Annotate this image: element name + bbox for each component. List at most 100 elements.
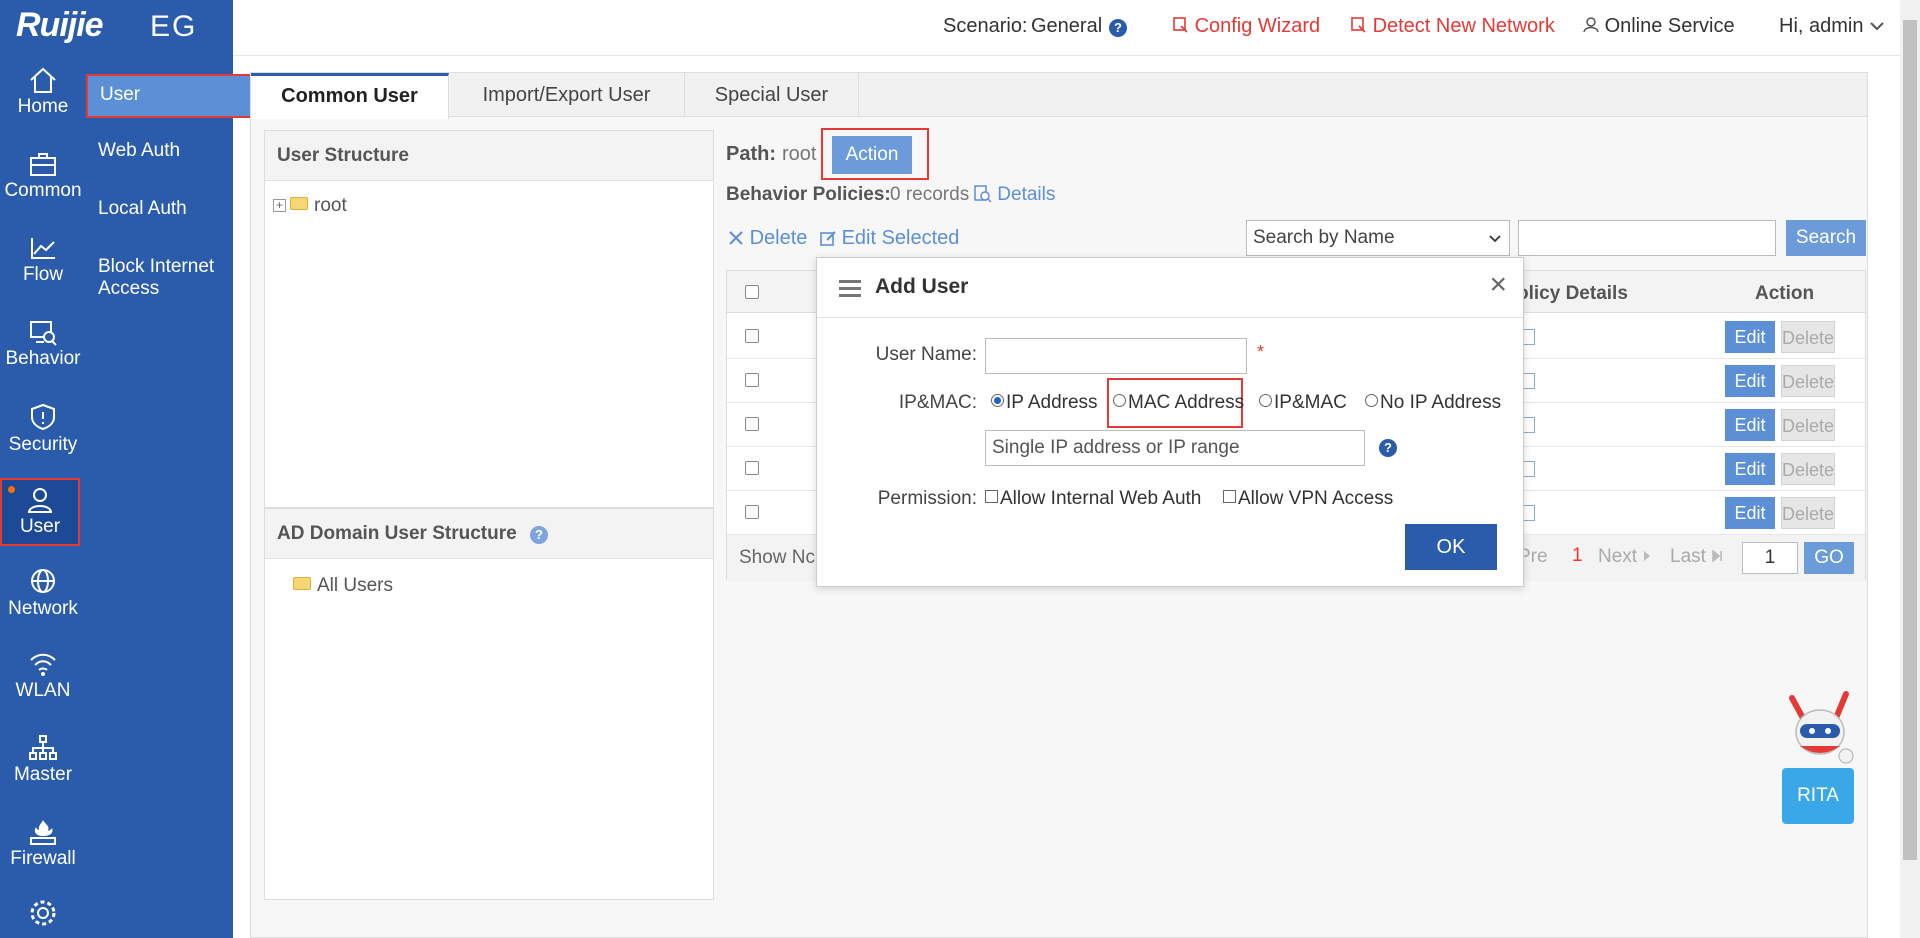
edit-button[interactable]: Edit (1725, 409, 1775, 441)
radio-ip-mac[interactable] (1259, 394, 1272, 408)
user-menu[interactable]: Hi, admin (1779, 15, 1885, 38)
edit-button[interactable]: Edit (1725, 321, 1775, 353)
home-icon (30, 67, 56, 93)
document-icon[interactable] (1523, 373, 1535, 389)
option-mac-address[interactable]: MAC Address (1113, 392, 1244, 414)
details-link[interactable]: Details (974, 184, 1055, 206)
radio-ip-address[interactable] (991, 394, 1004, 408)
rita-assistant[interactable]: RITA (1780, 690, 1860, 830)
document-icon[interactable] (1523, 417, 1535, 433)
briefcase-icon (30, 153, 56, 176)
config-wizard-link[interactable]: Config Wizard (1173, 15, 1320, 38)
option-no-ip-address[interactable]: No IP Address (1365, 392, 1501, 414)
delete-button[interactable]: Delete (1781, 453, 1835, 485)
expand-icon[interactable]: + (273, 199, 286, 213)
edit-button[interactable]: Edit (1725, 365, 1775, 397)
radio-mac-address[interactable] (1113, 394, 1126, 408)
top-bar: Scenario: General ? Config Wizard Detect… (233, 0, 1900, 56)
brand-logo: Ruijie (16, 6, 104, 44)
search-doc-icon (974, 185, 992, 203)
chevron-down-icon (1489, 235, 1501, 243)
perm-web-auth[interactable]: Allow Internal Web Auth (985, 488, 1201, 510)
go-button[interactable]: GO (1804, 542, 1854, 574)
online-service-link[interactable]: Online Service (1583, 15, 1735, 38)
tab-special-user[interactable]: Special User (685, 73, 859, 117)
tab-common-user[interactable]: Common User (251, 73, 449, 119)
nav-wlan[interactable]: WLAN (0, 644, 86, 726)
nav-home[interactable]: Home (0, 60, 86, 142)
nav-security[interactable]: Security (0, 396, 86, 478)
document-icon[interactable] (1523, 329, 1535, 345)
delete-link[interactable]: Delete (728, 227, 807, 250)
nav-flow[interactable]: Flow (0, 228, 86, 310)
path-value: root (782, 143, 817, 165)
username-input[interactable] (985, 338, 1247, 374)
radio-no-ip-address[interactable] (1365, 394, 1378, 408)
close-icon[interactable]: × (1489, 268, 1507, 302)
search-input[interactable] (1518, 220, 1776, 256)
folder-icon (290, 197, 308, 211)
option-ip-mac[interactable]: IP&MAC (1259, 392, 1347, 414)
scenario-help-icon[interactable]: ? (1109, 19, 1127, 37)
tree-root[interactable]: + root (273, 195, 347, 217)
subnav-block-internet-access[interactable]: Block Internet Access (86, 256, 226, 300)
scrollbar-thumb[interactable] (1903, 20, 1917, 860)
tab-import-export-user[interactable]: Import/Export User (449, 73, 685, 117)
nav-user[interactable]: User (0, 478, 80, 546)
edit-selected-link[interactable]: Edit Selected (820, 227, 959, 250)
document-icon[interactable] (1523, 505, 1535, 521)
add-user-dialog: Add User × User Name: * IP&MAC: IP Addre… (816, 257, 1524, 587)
page-scrollbar[interactable] (1900, 0, 1920, 938)
row-checkbox[interactable] (745, 373, 759, 387)
dialog-header: Add User × (817, 258, 1523, 318)
row-checkbox[interactable] (745, 329, 759, 343)
row-checkbox[interactable] (745, 417, 759, 431)
rita-label: RITA (1782, 768, 1854, 824)
search-button[interactable]: Search (1786, 220, 1866, 256)
edit-button[interactable]: Edit (1725, 453, 1775, 485)
nav-network[interactable]: Network (0, 560, 86, 642)
delete-button[interactable]: Delete (1781, 321, 1835, 353)
main-nav: Home Common Flow Behavior Security User … (0, 56, 86, 938)
delete-button[interactable]: Delete (1781, 409, 1835, 441)
ad-structure-title: AD Domain User Structure ? (265, 509, 713, 559)
tree-all-users[interactable]: All Users (293, 575, 393, 597)
ip-address-input[interactable]: Single IP address or IP range (985, 430, 1365, 466)
document-icon[interactable] (1523, 461, 1535, 477)
edit-button[interactable]: Edit (1725, 497, 1775, 529)
select-all-checkbox[interactable] (745, 285, 759, 299)
pager-next[interactable]: Next (1598, 546, 1652, 568)
perm-vpn[interactable]: Allow VPN Access (1223, 488, 1393, 510)
detect-new-network-link[interactable]: Detect New Network (1351, 15, 1555, 38)
row-checkbox[interactable] (745, 505, 759, 519)
web-auth-checkbox[interactable] (985, 490, 998, 504)
nav-behavior[interactable]: Behavior (0, 312, 86, 394)
wifi-icon (30, 653, 56, 676)
scenario-label: Scenario: (943, 15, 1028, 37)
search-type-select[interactable]: Search by Name (1246, 220, 1510, 256)
nav-settings[interactable] (0, 892, 86, 938)
nav-firewall[interactable]: Firewall (0, 812, 86, 894)
subnav-local-auth[interactable]: Local Auth (86, 198, 233, 220)
page-number-input[interactable]: 1 (1742, 542, 1798, 574)
robot-mascot-icon (1789, 691, 1854, 764)
subnav-user[interactable]: User (86, 74, 263, 118)
subnav-web-auth[interactable]: Web Auth (86, 140, 233, 162)
action-button[interactable]: Action (832, 136, 912, 174)
pager-last[interactable]: Last (1670, 546, 1725, 568)
vpn-checkbox[interactable] (1223, 490, 1236, 504)
nav-common[interactable]: Common (0, 144, 86, 226)
nav-master[interactable]: Master (0, 728, 86, 810)
option-ip-address[interactable]: IP Address (991, 392, 1098, 414)
delete-button[interactable]: Delete (1781, 497, 1835, 529)
ok-button[interactable]: OK (1405, 524, 1497, 570)
pager-current: 1 (1572, 545, 1583, 566)
user-structure-title: User Structure (265, 131, 713, 181)
ad-help-icon[interactable]: ? (529, 526, 548, 544)
row-checkbox[interactable] (745, 461, 759, 475)
behavior-label: Behavior Policies: (726, 184, 891, 205)
firewall-icon (30, 820, 56, 845)
ipmac-label: IP&MAC: (898, 392, 977, 413)
ip-help-icon[interactable]: ? (1379, 439, 1397, 457)
delete-button[interactable]: Delete (1781, 365, 1835, 397)
